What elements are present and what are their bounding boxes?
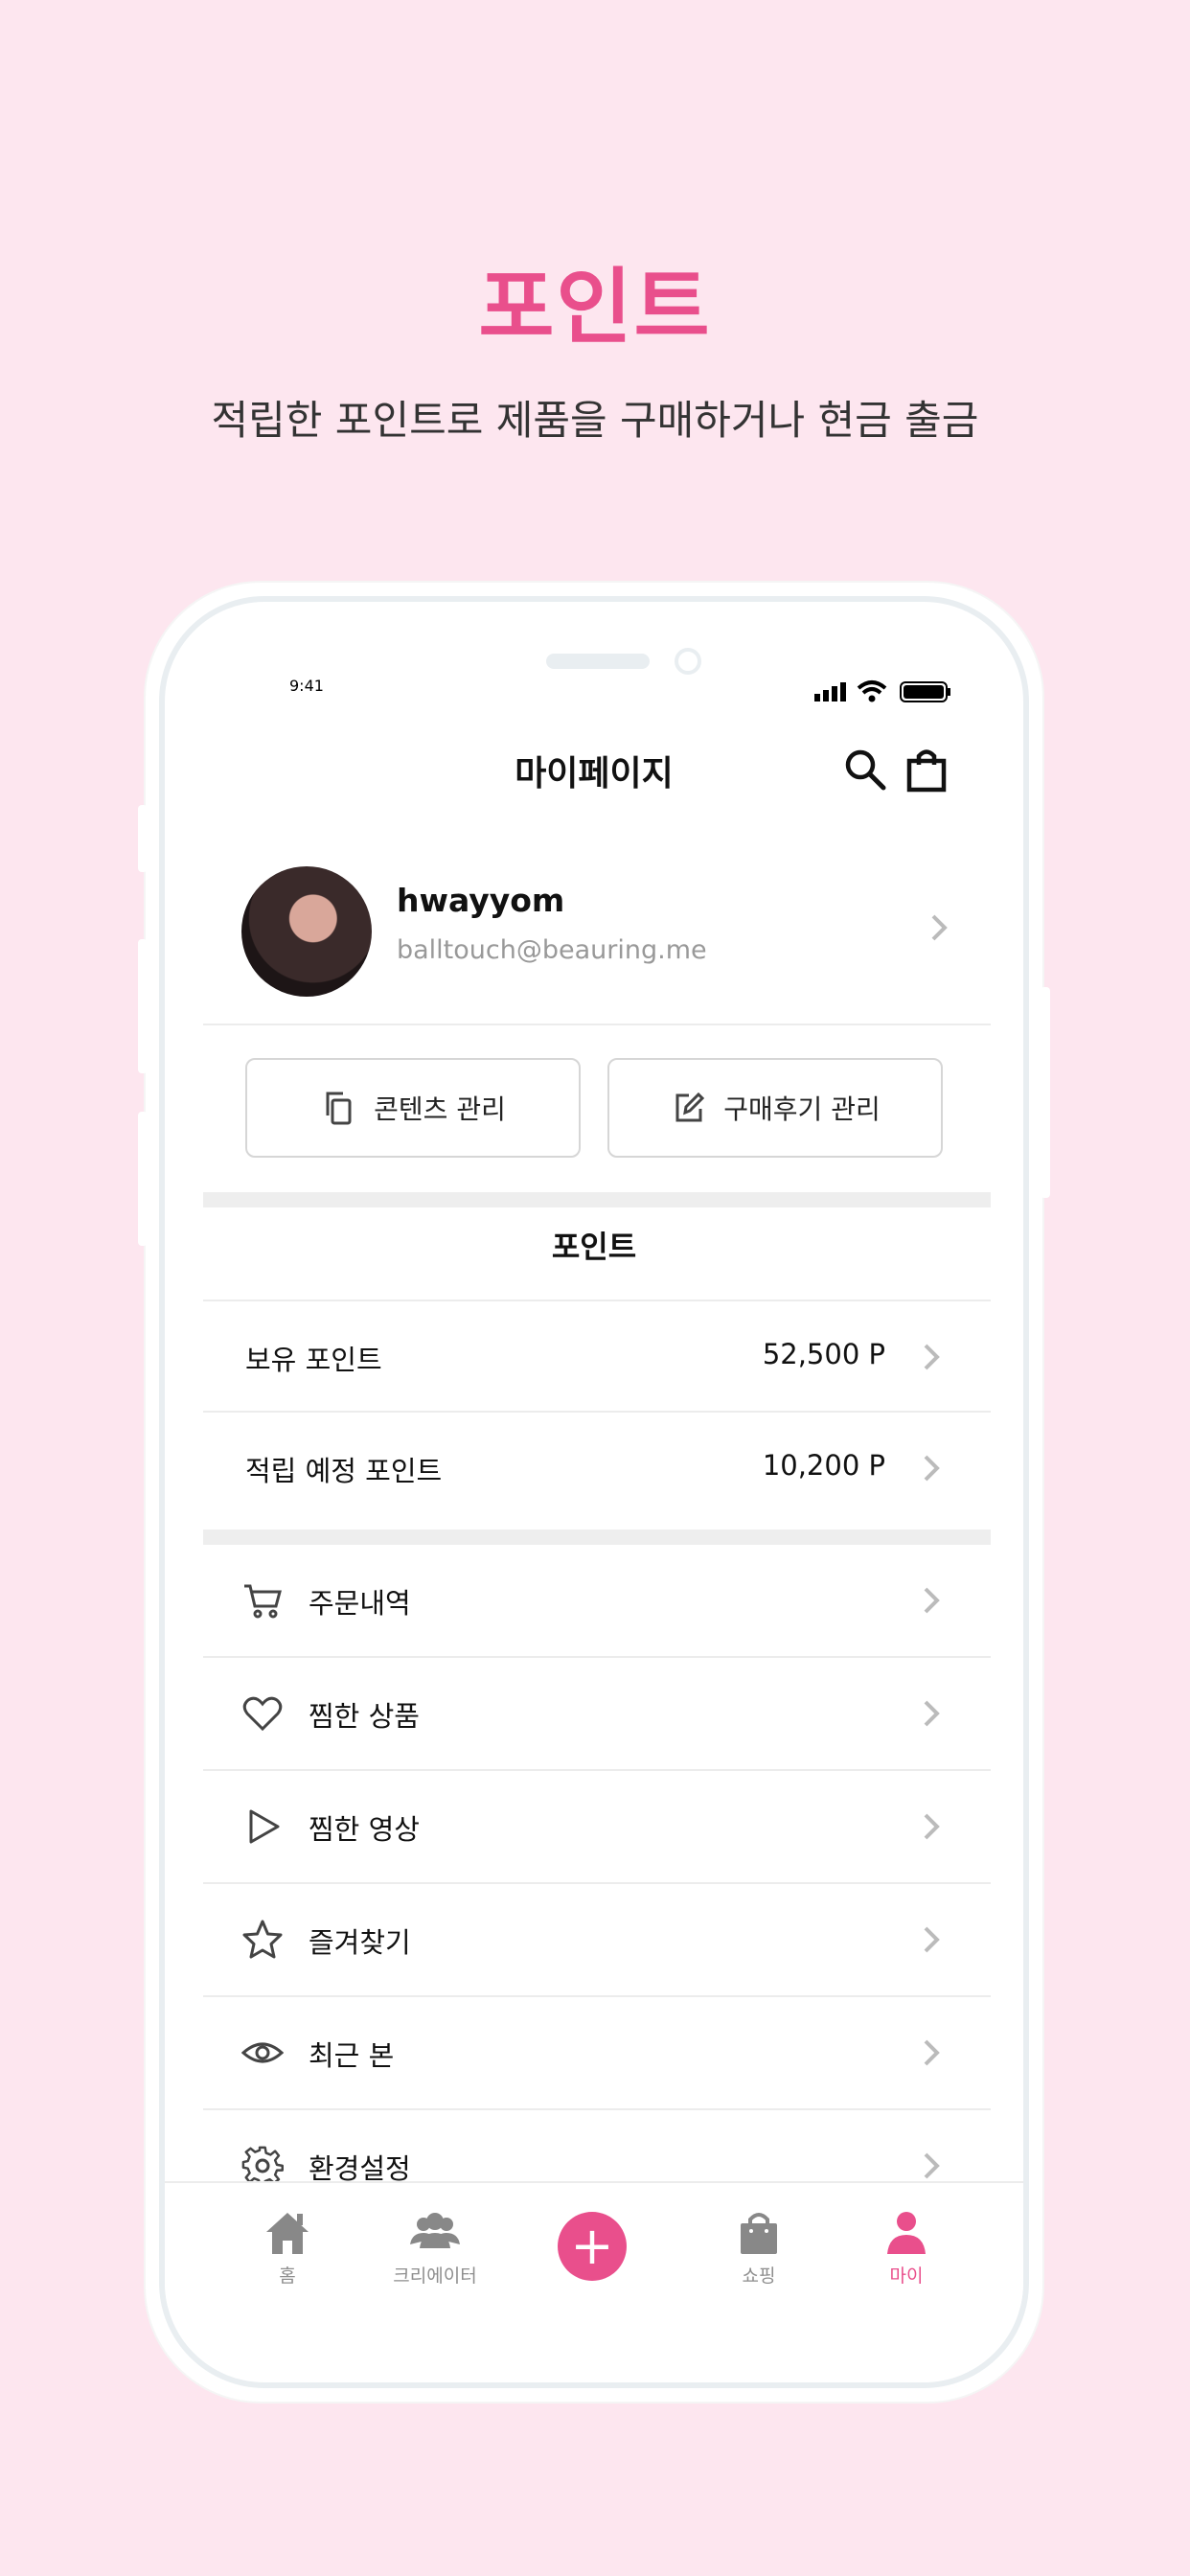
phone-side-button	[138, 805, 148, 872]
content-manage-button[interactable]: 콘텐츠 관리	[245, 1058, 581, 1158]
content-manage-label: 콘텐츠 관리	[374, 1093, 506, 1125]
points-label: 적립 예정 포인트	[245, 1455, 443, 1487]
chevron-right-icon	[924, 1700, 940, 1727]
avatar	[241, 866, 372, 997]
heart-icon	[242, 1696, 283, 1732]
points-row-pending[interactable]: 적립 예정 포인트 10,200 P	[203, 1413, 991, 1524]
person-icon	[887, 2212, 926, 2254]
chevron-right-icon	[924, 1813, 940, 1840]
phone-frame: 9:41 마이페이지 hwayyom balltouch@beauring.me…	[159, 596, 1029, 2388]
search-icon[interactable]	[841, 746, 889, 794]
tab-my[interactable]: 마이	[849, 2206, 964, 2288]
menu-item-label: 찜한 영상	[309, 1813, 420, 1846]
chevron-right-icon	[924, 1926, 940, 1953]
menu-item-label: 최근 본	[309, 2039, 395, 2072]
review-manage-label: 구매후기 관리	[723, 1093, 881, 1125]
menu-item-label: 즐겨찾기	[309, 1926, 411, 1959]
chevron-right-icon	[924, 1455, 940, 1482]
edit-icon	[675, 1092, 705, 1122]
chevron-right-icon	[924, 1587, 940, 1614]
chevron-right-icon	[924, 2039, 940, 2066]
eye-icon	[241, 2042, 284, 2063]
chevron-right-icon	[931, 914, 948, 941]
points-value: 10,200 P	[762, 1449, 885, 1482]
status-icons	[814, 680, 950, 702]
phone-volume-up	[138, 939, 148, 1073]
hero-title: 포인트	[478, 260, 712, 356]
status-bar: 9:41	[165, 669, 1023, 707]
creators-icon	[410, 2213, 460, 2248]
points-label: 보유 포인트	[245, 1344, 382, 1376]
menu-item-recent[interactable]: 최근 본	[203, 1997, 991, 2108]
status-time: 9:41	[289, 677, 324, 695]
divider	[203, 1024, 991, 1025]
tab-label: 크리에이터	[393, 2266, 477, 2287]
profile-email: balltouch@beauring.me	[397, 935, 707, 965]
phone-power-button	[1041, 987, 1050, 1198]
profile-card[interactable]: hwayyom balltouch@beauring.me	[203, 859, 989, 1022]
shopping-bag-icon[interactable]	[903, 746, 950, 794]
menu-item-label: 찜한 상품	[309, 1700, 420, 1733]
cart-icon	[244, 1584, 282, 1619]
tab-shopping[interactable]: 쇼핑	[701, 2206, 816, 2288]
tab-label: 홈	[279, 2266, 296, 2287]
app-screen: 9:41 마이페이지 hwayyom balltouch@beauring.me…	[165, 602, 1023, 2382]
tab-creators[interactable]: 크리에이터	[378, 2206, 492, 2288]
menu-item-label: 주문내역	[309, 1587, 411, 1620]
add-button[interactable]: +	[558, 2212, 627, 2281]
play-icon	[249, 1809, 280, 1844]
bottom-tab-bar: 홈 크리에이터 + 쇼핑 마이	[165, 2181, 1023, 2308]
page-title: 마이페이지	[515, 754, 674, 794]
points-section-title: 포인트	[551, 1229, 637, 1265]
menu-item-wish-videos[interactable]: 찜한 영상	[203, 1771, 991, 1882]
chevron-right-icon	[924, 1344, 940, 1370]
section-divider	[203, 1530, 991, 1545]
home-icon	[266, 2213, 309, 2254]
phone-speaker	[546, 654, 650, 669]
review-manage-button[interactable]: 구매후기 관리	[607, 1058, 943, 1158]
points-row-balance[interactable]: 보유 포인트 52,500 P	[203, 1301, 991, 1413]
phone-volume-down	[138, 1112, 148, 1246]
shopping-bag-icon	[741, 2213, 777, 2254]
star-icon	[242, 1920, 283, 1959]
copy-icon	[326, 1092, 352, 1125]
menu-item-wish-products[interactable]: 찜한 상품	[203, 1658, 991, 1769]
section-divider	[203, 1192, 991, 1208]
profile-username: hwayyom	[397, 882, 565, 919]
menu-item-orders[interactable]: 주문내역	[203, 1545, 991, 1656]
hero-subtitle: 적립한 포인트로 제품을 구매하거나 현금 출금	[211, 397, 979, 444]
tab-label: 마이	[889, 2266, 924, 2287]
menu-item-favorites[interactable]: 즐겨찾기	[203, 1884, 991, 1995]
plus-icon: +	[570, 2216, 614, 2276]
chevron-right-icon	[924, 2152, 940, 2179]
points-value: 52,500 P	[762, 1338, 885, 1370]
tab-label: 쇼핑	[742, 2266, 776, 2287]
tab-home[interactable]: 홈	[230, 2206, 345, 2288]
